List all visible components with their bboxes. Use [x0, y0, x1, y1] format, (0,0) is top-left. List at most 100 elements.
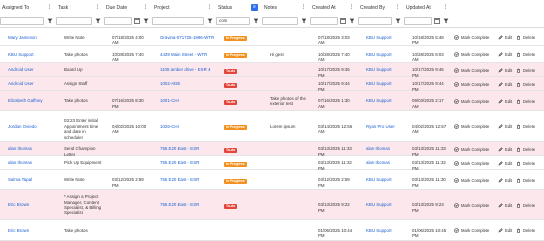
cell-status: To-do [224, 68, 260, 74]
column-menu-icon[interactable]: ⋮ [95, 5, 100, 10]
status-badge: In Progress [224, 161, 247, 167]
edit-button[interactable]: Edit [498, 98, 512, 105]
mark-complete-button[interactable]: Mark Complete [454, 160, 489, 167]
edit-button[interactable]: Edit [498, 202, 512, 209]
filter-input-due_date[interactable] [104, 17, 132, 25]
row-actions: Mark Complete Edit Delete [454, 123, 542, 130]
column-title: Assigned To [2, 5, 30, 11]
filter-icon[interactable] [207, 18, 213, 24]
edit-button[interactable]: Edit [498, 51, 512, 58]
filter-input-created_at[interactable] [310, 17, 338, 25]
row-actions: Mark Complete Edit Delete [454, 160, 542, 167]
pencil-icon [498, 124, 503, 129]
column-title: Created By [360, 5, 386, 11]
mark-complete-button[interactable]: Mark Complete [454, 146, 489, 153]
mark-complete-button[interactable]: Mark Complete [454, 34, 489, 41]
table-row: Elizabeth Gaffney Take photos 07/16/2025 8… [0, 91, 544, 111]
column-menu-icon[interactable]: ⋮ [47, 5, 52, 10]
grid-header: Assigned To ⋮ Task ⋮ Due Date ⋮ Project ⋮ Status… [0, 0, 544, 28]
column-settings-icon[interactable]: ≡ [251, 4, 258, 11]
status-badge: In Progress [224, 125, 247, 130]
delete-button[interactable]: Delete [516, 51, 535, 58]
pencil-icon [498, 35, 503, 40]
check-circle-icon [454, 67, 459, 73]
trash-icon [517, 124, 520, 129]
edit-button[interactable]: Edit [498, 146, 512, 153]
delete-label: Delete [523, 81, 536, 87]
cell-created_by[interactable]: KBU Support [366, 228, 402, 241]
column-menu-icon[interactable]: ⋮ [143, 5, 148, 10]
trash-icon [517, 99, 520, 104]
filter-icon[interactable] [301, 18, 307, 24]
filter-input-assigned_to[interactable] [0, 17, 44, 25]
calendar-icon[interactable] [434, 18, 440, 24]
column-title: Notes [264, 5, 278, 11]
filter-icon[interactable] [47, 18, 53, 24]
cell-due_date [112, 228, 150, 241]
mark-complete-button[interactable]: Mark Complete [454, 227, 489, 234]
filter-input-project[interactable] [152, 17, 204, 25]
filter-icon[interactable] [253, 18, 259, 24]
cell-status: In Progress [224, 161, 260, 167]
pencil-icon [498, 98, 503, 103]
delete-button[interactable]: Delete [516, 146, 535, 153]
delete-button[interactable]: Delete [516, 67, 535, 74]
column-header-assigned_to: Assigned To ⋮ [0, 0, 54, 28]
edit-button[interactable]: Edit [498, 227, 512, 234]
mark-complete-label: Mark Complete [461, 160, 490, 166]
filter-icon[interactable] [95, 18, 101, 24]
mark-complete-button[interactable]: Mark Complete [454, 81, 489, 88]
table-row: Salma Tapal Write Note 03/12/2025 2:59 PM 7… [0, 170, 544, 190]
edit-label: Edit [505, 146, 513, 152]
table-row: Android User Board Up 1108 amber drive - E… [0, 63, 544, 78]
status-badge: To-do [224, 68, 238, 74]
cell-created_at: 01/06/2025 10:44 PM [318, 227, 353, 239]
table-row: alan thomas Pick Up Equipment 755 E20 East… [0, 156, 544, 171]
cell-assigned_to[interactable]: Eric Brown [8, 228, 54, 241]
mark-complete-button[interactable]: Mark Complete [454, 177, 489, 184]
delete-label: Delete [523, 228, 536, 233]
column-menu-icon[interactable]: ⋮ [301, 5, 306, 10]
filter-icon[interactable] [443, 18, 449, 24]
edit-button[interactable]: Edit [498, 81, 512, 88]
mark-complete-button[interactable]: Mark Complete [454, 98, 489, 105]
cell-project[interactable] [160, 228, 214, 241]
filter-icon[interactable] [143, 18, 149, 24]
delete-button[interactable]: Delete [516, 34, 535, 41]
calendar-icon[interactable] [340, 18, 346, 24]
delete-button[interactable]: Delete [516, 177, 535, 184]
mark-complete-button[interactable]: Mark Complete [454, 202, 489, 209]
mark-complete-button[interactable]: Mark Complete [454, 123, 489, 130]
column-menu-icon[interactable]: ⋮ [395, 5, 400, 10]
delete-button[interactable]: Delete [516, 81, 535, 88]
delete-button[interactable]: Delete [516, 202, 535, 209]
delete-button[interactable]: Delete [516, 227, 535, 234]
filter-input-created_by[interactable] [358, 17, 392, 25]
edit-button[interactable]: Edit [498, 67, 512, 74]
filter-input-task[interactable] [56, 17, 92, 25]
delete-button[interactable]: Delete [516, 160, 535, 167]
column-menu-icon[interactable]: ⋮ [207, 5, 212, 10]
edit-label: Edit [505, 177, 513, 183]
mark-complete-label: Mark Complete [461, 177, 490, 183]
edit-button[interactable]: Edit [498, 177, 512, 184]
mark-complete-button[interactable]: Mark Complete [454, 51, 489, 58]
edit-button[interactable]: Edit [498, 123, 512, 130]
mark-complete-button[interactable]: Mark Complete [454, 67, 489, 74]
column-menu-icon[interactable]: ⋮ [349, 5, 354, 10]
delete-button[interactable]: Delete [516, 123, 535, 130]
filter-input-status[interactable]: com [216, 17, 250, 25]
filter-input-updated_at[interactable] [404, 17, 432, 25]
calendar-icon[interactable] [134, 18, 140, 24]
filter-icon[interactable] [395, 18, 401, 24]
check-circle-icon [454, 202, 459, 208]
edit-button[interactable]: Edit [498, 160, 512, 167]
column-header-due_date: Due Date ⋮ [104, 0, 150, 28]
edit-button[interactable]: Edit [498, 34, 512, 41]
delete-button[interactable]: Delete [516, 98, 535, 105]
column-menu-icon[interactable]: ⋮ [443, 5, 448, 10]
filter-icon[interactable] [349, 18, 355, 24]
status-badge: To-do [224, 99, 238, 105]
pencil-icon [498, 52, 503, 57]
filter-input-notes[interactable] [262, 17, 298, 25]
